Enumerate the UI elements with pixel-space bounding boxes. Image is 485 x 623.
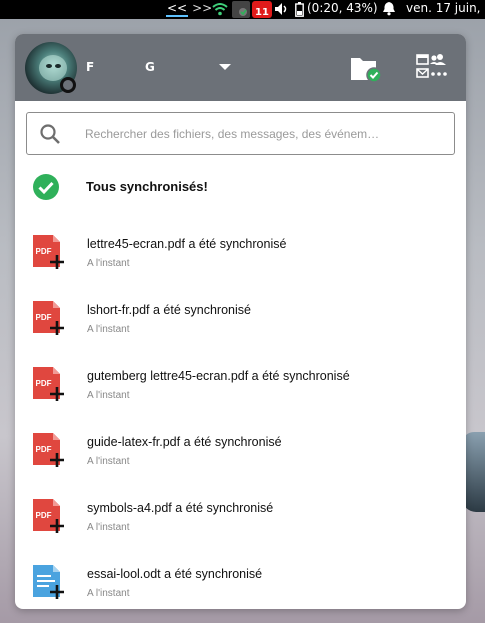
activity-time: A l'instant: [87, 390, 130, 401]
list-item[interactable]: PDF guide-latex-fr.pdf a été synchronisé…: [15, 431, 466, 493]
activity-title: gutemberg lettre45-ecran.pdf a été synch…: [87, 369, 350, 383]
nav-next-button[interactable]: >>: [192, 1, 212, 17]
activity-time: A l'instant: [87, 588, 130, 599]
battery-status: (0:20, 43%): [307, 1, 378, 15]
user-last-name[interactable]: G: [145, 60, 155, 74]
search-icon: [39, 123, 61, 149]
system-top-bar: << >> 11 (0:20, 43%) ven. 17 juin,: [0, 0, 485, 19]
list-item[interactable]: PDF lettre45-ecran.pdf a été synchronisé…: [15, 233, 466, 295]
activity-time: A l'instant: [87, 324, 130, 335]
svg-text:PDF: PDF: [36, 511, 52, 520]
folder-sync-icon: [351, 58, 382, 83]
search-box[interactable]: [26, 112, 455, 155]
svg-text:PDF: PDF: [36, 313, 52, 322]
search-input[interactable]: [85, 113, 445, 154]
activity-time: A l'instant: [87, 456, 130, 467]
pdf-file-added-icon: PDF: [31, 365, 69, 403]
activity-title: symbols-a4.pdf a été synchronisé: [87, 501, 274, 515]
pdf-file-added-icon: PDF: [31, 497, 69, 535]
list-item[interactable]: PDF lshort-fr.pdf a été synchronisé A l'…: [15, 299, 466, 361]
activity-title: lshort-fr.pdf a été synchronisé: [87, 303, 251, 317]
apps-icon: [416, 54, 447, 78]
list-item[interactable]: essai-lool.odt a été synchronisé A l'ins…: [15, 563, 466, 609]
sync-app-tray-icon[interactable]: [232, 1, 250, 18]
volume-icon[interactable]: [274, 2, 290, 19]
chevron-down-icon[interactable]: [219, 64, 231, 70]
apps-menu-button[interactable]: [415, 52, 449, 82]
pdf-file-added-icon: PDF: [31, 299, 69, 337]
activity-title: guide-latex-fr.pdf a été synchronisé: [87, 435, 282, 449]
panel-header: F G: [15, 34, 466, 101]
local-folder-button[interactable]: [350, 54, 382, 84]
user-first-name[interactable]: F: [86, 60, 94, 74]
status-badge: [60, 77, 76, 93]
pdf-file-added-icon: PDF: [31, 233, 69, 271]
list-item[interactable]: PDF gutemberg lettre45-ecran.pdf a été s…: [15, 365, 466, 427]
notification-badge[interactable]: 11: [252, 1, 272, 18]
document-file-added-icon: [31, 563, 69, 601]
sync-client-panel: F G Rechercher des fichiers, des message…: [15, 34, 466, 609]
svg-text:PDF: PDF: [36, 247, 52, 256]
nav-prev-button[interactable]: <<: [166, 1, 189, 17]
check-circle-icon: [32, 173, 60, 201]
clock-date[interactable]: ven. 17 juin,: [406, 1, 481, 15]
activity-time: A l'instant: [87, 522, 130, 533]
battery-icon[interactable]: [295, 2, 304, 20]
activity-time: A l'instant: [87, 258, 130, 269]
workspace-nav: << >>: [166, 1, 212, 17]
activity-title: essai-lool.odt a été synchronisé: [87, 567, 263, 581]
list-item[interactable]: PDF symbols-a4.pdf a été synchronisé A l…: [15, 497, 466, 559]
svg-text:PDF: PDF: [36, 379, 52, 388]
sync-status-message: Tous synchronisés!: [86, 179, 208, 194]
pdf-file-added-icon: PDF: [31, 431, 69, 469]
svg-text:PDF: PDF: [36, 445, 52, 454]
activity-title: lettre45-ecran.pdf a été synchronisé: [87, 237, 287, 251]
wifi-icon[interactable]: [212, 2, 228, 19]
bell-icon[interactable]: [382, 1, 396, 19]
